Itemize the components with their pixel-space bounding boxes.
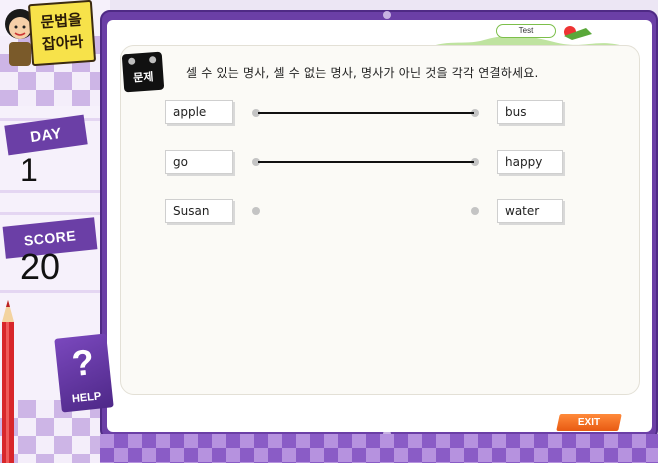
bottom-checker-bar: [100, 434, 658, 463]
left-word-susan[interactable]: Susan: [165, 199, 233, 223]
connection-line-apple-bus: [258, 112, 474, 114]
question-icon-label: 문제: [132, 70, 154, 85]
right-word-bus[interactable]: bus: [497, 100, 563, 124]
help-button[interactable]: ? HELP: [54, 333, 114, 413]
test-tag: Test: [496, 24, 556, 38]
right-word-water[interactable]: water: [497, 199, 563, 223]
exit-label: EXIT: [577, 417, 601, 428]
exit-button[interactable]: EXIT: [556, 414, 622, 431]
question-icon: 문제: [121, 51, 165, 93]
left-word-go[interactable]: go: [165, 150, 233, 174]
connection-line-go-happy: [258, 161, 474, 163]
frame-notch: [383, 11, 391, 19]
game-screen: Test 문법을 잡아라 DAY 1 SCORE 20 ? HELP 문제 셀 …: [0, 0, 658, 463]
help-label: HELP: [71, 390, 102, 406]
day-value: 1: [20, 152, 38, 188]
right-word-happy[interactable]: happy: [497, 150, 563, 174]
logo-sign: 문법을 잡아라: [27, 0, 97, 67]
left-connector-3[interactable]: [252, 207, 260, 215]
logo: 문법을 잡아라: [0, 0, 100, 76]
logo-title-line2: 잡아라: [41, 32, 84, 54]
question-mark-icon: ?: [69, 341, 96, 385]
left-word-apple[interactable]: apple: [165, 100, 233, 124]
score-value: 20: [20, 246, 61, 287]
question-text: 셀 수 있는 명사, 셀 수 없는 명사, 명사가 아닌 것을 각각 연결하세요…: [186, 66, 539, 80]
right-connector-3[interactable]: [471, 207, 479, 215]
pencil-icon: [0, 300, 22, 463]
